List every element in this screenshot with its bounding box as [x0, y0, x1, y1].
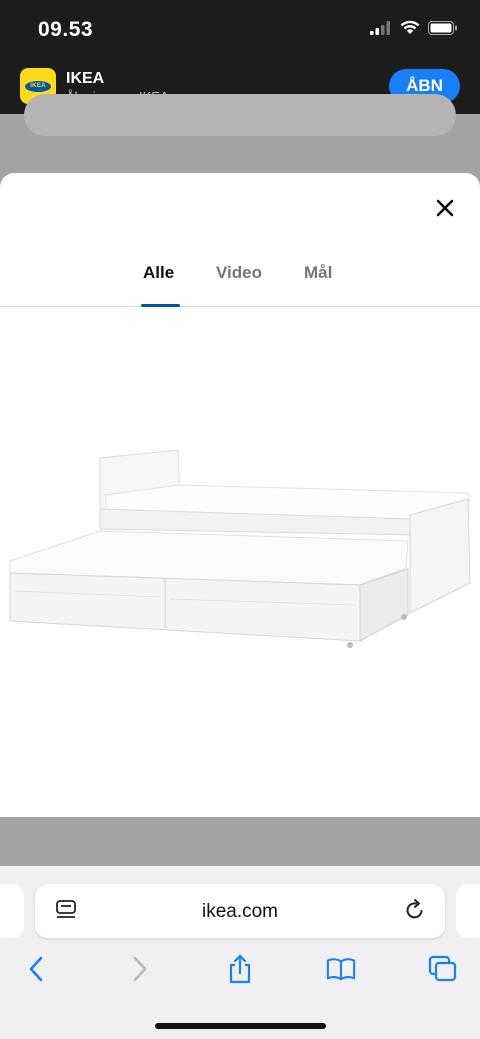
back-button[interactable] [21, 954, 51, 984]
close-icon [436, 199, 454, 217]
bookmarks-button[interactable] [326, 954, 356, 984]
book-icon [326, 958, 356, 981]
next-tab-peek[interactable] [456, 884, 480, 938]
backdrop-search-bar [24, 94, 456, 136]
tabs-icon [428, 955, 457, 982]
media-gallery-modal: Alle Video Mål [0, 173, 480, 817]
product-image[interactable] [0, 423, 480, 723]
chevron-left-icon [29, 956, 43, 982]
previous-tab-peek[interactable] [0, 884, 24, 938]
app-name: IKEA [66, 70, 105, 87]
reload-icon[interactable] [403, 898, 427, 922]
tabs-button[interactable] [428, 954, 458, 984]
active-tab-indicator [141, 304, 180, 307]
url-text: ikea.com [201, 901, 279, 922]
wifi-icon [400, 20, 420, 34]
forward-button[interactable] [125, 954, 155, 984]
tab-maal[interactable]: Mål [304, 263, 332, 283]
battery-icon [428, 20, 457, 35]
status-time: 09.53 [38, 18, 94, 41]
cellular-signal-icon [370, 20, 390, 35]
status-bar: 09.53 [0, 0, 480, 60]
share-icon [229, 954, 251, 984]
home-indicator [155, 1023, 326, 1029]
tab-alle[interactable]: Alle [143, 263, 174, 283]
share-button[interactable] [225, 954, 255, 984]
chevron-right-icon [133, 956, 147, 982]
address-bar[interactable]: ikea.com [35, 884, 445, 938]
close-button[interactable] [430, 193, 460, 223]
browser-toolbar: ikea.com [0, 866, 480, 1039]
tab-video[interactable]: Video [216, 263, 262, 283]
status-icons [370, 20, 458, 35]
media-tabs: Alle Video Mål [0, 257, 480, 307]
